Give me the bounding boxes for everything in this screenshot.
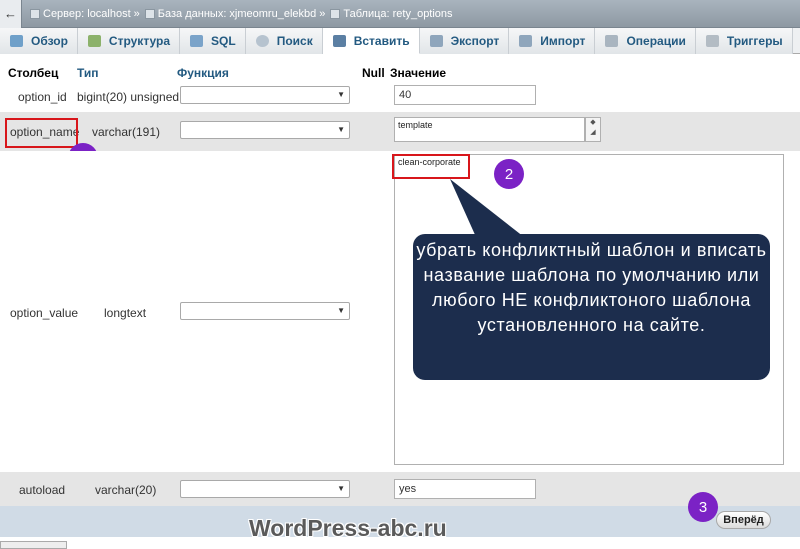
option-id-input[interactable]: 40 <box>394 85 536 105</box>
highlight-box <box>5 118 78 148</box>
row-option-id-type: bigint(20) unsigned <box>77 90 180 104</box>
header-type[interactable]: Тип <box>77 66 99 80</box>
header-column: Столбец <box>8 66 59 80</box>
callout-note: убрать конфликтный шаблон и вписать назв… <box>413 234 770 380</box>
breadcrumb: ← Сервер: localhost » База данных: xjmeo… <box>0 0 800 28</box>
function-select[interactable] <box>180 86 350 104</box>
tab-search[interactable]: Поиск <box>245 28 323 54</box>
header-value: Значение <box>390 66 447 80</box>
go-button[interactable]: Вперёд <box>716 511 771 529</box>
row-option-name-type: varchar(191) <box>92 125 161 139</box>
function-select[interactable] <box>180 121 350 139</box>
search-icon <box>255 35 269 47</box>
breadcrumb-table[interactable]: Таблица: rety_options <box>330 8 453 20</box>
autoload-input[interactable]: yes <box>394 479 536 499</box>
callout-pointer <box>450 179 524 237</box>
tab-export[interactable]: Экспорт <box>419 28 510 54</box>
resize-icon[interactable]: ◆ ◢ <box>585 117 601 142</box>
header-function[interactable]: Функция <box>177 66 229 80</box>
marker-3: 3 <box>688 492 718 522</box>
tab-sql[interactable]: SQL <box>180 28 246 54</box>
breadcrumb-server[interactable]: Сервер: localhost <box>30 8 131 20</box>
server-icon <box>30 8 40 19</box>
tab-import[interactable]: Импорт <box>509 28 596 54</box>
triggers-icon <box>705 35 719 47</box>
row-option-value-name: option_value <box>10 306 79 320</box>
browse-icon <box>10 35 23 47</box>
back-arrow-icon[interactable]: ← <box>0 0 22 28</box>
option-name-textarea[interactable]: template <box>394 117 585 142</box>
export-icon <box>429 35 443 47</box>
function-select[interactable] <box>180 480 350 498</box>
function-select[interactable] <box>180 302 350 320</box>
tab-triggers[interactable]: Триггеры <box>695 28 793 54</box>
insert-icon <box>332 34 346 47</box>
row-option-id-name: option_id <box>18 90 67 104</box>
row-option-value-type: longtext <box>104 306 147 320</box>
breadcrumb-database[interactable]: База данных: xjmeomru_elekbd <box>144 8 316 20</box>
database-icon <box>144 8 155 19</box>
row-autoload-name: autoload <box>19 483 66 497</box>
tab-bar: Обзор Структура SQL Поиск Вставить Экспо… <box>0 28 800 54</box>
tab-insert[interactable]: Вставить <box>322 28 420 54</box>
tab-browse[interactable]: Обзор <box>0 28 78 54</box>
tab-structure[interactable]: Структура <box>77 28 181 54</box>
structure-icon <box>87 35 101 47</box>
table-icon <box>330 8 341 19</box>
tab-operations[interactable]: Операции <box>595 28 696 54</box>
wrench-icon <box>605 35 619 47</box>
import-icon <box>519 35 533 47</box>
watermark: WordPress-abc.ru <box>249 515 447 541</box>
row-autoload-type: varchar(20) <box>95 483 157 497</box>
header-null: Null <box>362 66 385 80</box>
sql-icon <box>190 35 204 47</box>
bottom-tab[interactable] <box>0 541 67 549</box>
